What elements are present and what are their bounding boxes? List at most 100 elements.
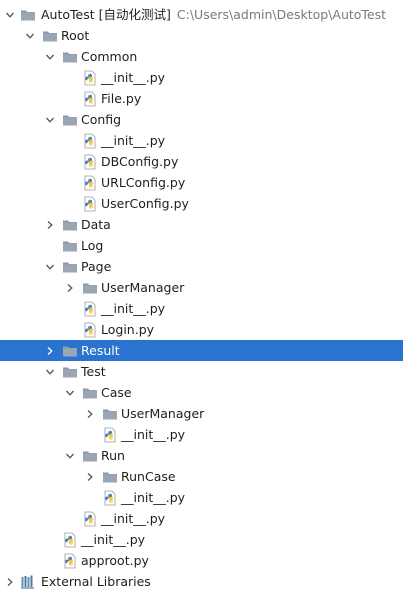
tree-item-label: __init__.py xyxy=(101,133,166,148)
folder-icon xyxy=(42,28,58,44)
tree-item-page[interactable]: Page xyxy=(0,256,403,277)
tree-item-label: Test xyxy=(81,364,106,379)
tree-item-label: Data xyxy=(81,217,111,232)
tree-item-label: __init__.py xyxy=(101,511,166,526)
python-file-icon xyxy=(82,175,98,191)
chevron-right-icon[interactable] xyxy=(4,571,16,592)
tree-item-label: __init__.py xyxy=(81,532,146,547)
tree-item-config-user[interactable]: UserConfig.py xyxy=(0,193,403,214)
chevron-down-icon[interactable] xyxy=(64,445,76,466)
python-file-icon xyxy=(82,196,98,212)
tree-item-run-init[interactable]: __init__.py xyxy=(0,487,403,508)
python-file-icon xyxy=(82,154,98,170)
folder-icon xyxy=(62,238,78,254)
project-name: AutoTest xyxy=(41,7,95,22)
folder-icon xyxy=(82,280,98,296)
tree-item-common-init[interactable]: __init__.py xyxy=(0,67,403,88)
project-path: C:\Users\admin\Desktop\AutoTest xyxy=(176,7,387,22)
tree-item-case-usermanager[interactable]: UserManager xyxy=(0,403,403,424)
tree-item-common-file[interactable]: File.py xyxy=(0,88,403,109)
chevron-down-icon[interactable] xyxy=(44,361,56,382)
python-file-icon xyxy=(82,70,98,86)
folder-icon xyxy=(82,385,98,401)
folder-icon xyxy=(62,49,78,65)
chevron-right-icon[interactable] xyxy=(64,277,76,298)
folder-icon xyxy=(102,469,118,485)
chevron-right-icon[interactable] xyxy=(84,466,96,487)
tree-item-run[interactable]: Run xyxy=(0,445,403,466)
tree-item-label: approot.py xyxy=(81,553,149,568)
tree-item-run-runcase[interactable]: RunCase xyxy=(0,466,403,487)
project-label: AutoTest [自动化测试] C:\Users\admin\Desktop\A… xyxy=(41,4,386,25)
folder-icon xyxy=(62,217,78,233)
tree-item-data[interactable]: Data xyxy=(0,214,403,235)
tree-item-label: Config xyxy=(81,112,122,127)
tree-item-label: Case xyxy=(101,385,132,400)
tree-item-common[interactable]: Common xyxy=(0,46,403,67)
project-module-tag: [自动化测试] xyxy=(98,7,171,22)
tree-item-root-init[interactable]: __init__.py xyxy=(0,529,403,550)
python-file-icon xyxy=(82,511,98,527)
project-tree: AutoTest [自动化测试] C:\Users\admin\Desktop\A… xyxy=(0,0,403,595)
python-file-icon xyxy=(82,301,98,317)
chevron-down-icon[interactable] xyxy=(24,25,36,46)
tree-item-result[interactable]: Result xyxy=(0,340,403,361)
tree-item-page-usermanager[interactable]: UserManager xyxy=(0,277,403,298)
tree-item-page-login[interactable]: Login.py xyxy=(0,319,403,340)
tree-item-label: UserManager xyxy=(121,406,205,421)
tree-item-label: RunCase xyxy=(121,469,176,484)
tree-item-config-init[interactable]: __init__.py xyxy=(0,130,403,151)
tree-item-config[interactable]: Config xyxy=(0,109,403,130)
python-file-icon xyxy=(102,490,118,506)
tree-item-external-libraries[interactable]: External Libraries xyxy=(0,571,403,592)
tree-item-config-url[interactable]: URLConfig.py xyxy=(0,172,403,193)
folder-icon xyxy=(82,448,98,464)
python-file-icon xyxy=(82,133,98,149)
libraries-icon xyxy=(20,574,36,590)
chevron-down-icon[interactable] xyxy=(44,46,56,67)
tree-item-log[interactable]: Log xyxy=(0,235,403,256)
chevron-down-icon[interactable] xyxy=(4,4,16,25)
tree-item-label: Run xyxy=(101,448,125,463)
tree-item-label: External Libraries xyxy=(41,574,151,589)
tree-item-label: File.py xyxy=(101,91,142,106)
folder-icon xyxy=(62,364,78,380)
tree-item-root[interactable]: Root xyxy=(0,25,403,46)
tree-item-label: UserManager xyxy=(101,280,185,295)
python-file-icon xyxy=(62,553,78,569)
tree-item-page-init[interactable]: __init__.py xyxy=(0,298,403,319)
tree-item-label: __init__.py xyxy=(101,70,166,85)
tree-item-label: Root xyxy=(61,28,90,43)
folder-icon xyxy=(62,343,78,359)
chevron-down-icon[interactable] xyxy=(64,382,76,403)
tree-item-label: DBConfig.py xyxy=(101,154,179,169)
chevron-right-icon[interactable] xyxy=(84,403,96,424)
chevron-down-icon[interactable] xyxy=(44,109,56,130)
tree-item-label: __init__.py xyxy=(121,490,186,505)
python-file-icon xyxy=(82,91,98,107)
tree-item-test-init[interactable]: __init__.py xyxy=(0,508,403,529)
tree-item-config-db[interactable]: DBConfig.py xyxy=(0,151,403,172)
tree-item-label: __init__.py xyxy=(121,427,186,442)
folder-icon xyxy=(62,112,78,128)
tree-item-label: Login.py xyxy=(101,322,155,337)
tree-item-test[interactable]: Test xyxy=(0,361,403,382)
python-file-icon xyxy=(82,322,98,338)
tree-item-case[interactable]: Case xyxy=(0,382,403,403)
tree-item-label: URLConfig.py xyxy=(101,175,186,190)
tree-item-case-init[interactable]: __init__.py xyxy=(0,424,403,445)
chevron-right-icon[interactable] xyxy=(44,214,56,235)
tree-item-label: Result xyxy=(81,343,120,358)
python-file-icon xyxy=(62,532,78,548)
tree-item-label: Page xyxy=(81,259,112,274)
folder-icon xyxy=(62,259,78,275)
folder-icon xyxy=(20,7,36,23)
tree-item-label: UserConfig.py xyxy=(101,196,189,211)
tree-item-label: Common xyxy=(81,49,138,64)
tree-item-autotest[interactable]: AutoTest [自动化测试] C:\Users\admin\Desktop\A… xyxy=(0,4,403,25)
tree-item-approot[interactable]: approot.py xyxy=(0,550,403,571)
tree-item-label: __init__.py xyxy=(101,301,166,316)
chevron-right-icon[interactable] xyxy=(44,340,56,361)
chevron-down-icon[interactable] xyxy=(44,256,56,277)
tree-item-label: Log xyxy=(81,238,104,253)
